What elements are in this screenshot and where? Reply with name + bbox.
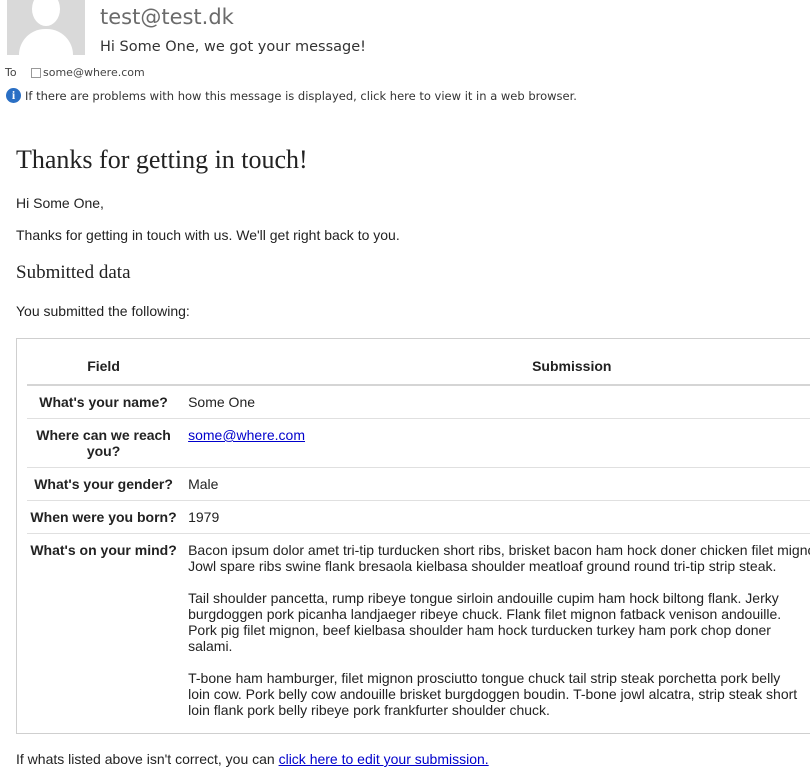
field-gender-value: Male [180, 467, 810, 501]
mind-paragraph-1: Bacon ipsum dolor amet tri-tip turducken… [188, 542, 810, 574]
display-info-text[interactable]: If there are problems with how this mess… [25, 89, 577, 103]
email-subject: Hi Some One, we got your message! [100, 39, 366, 55]
mind-paragraph-3: T-bone ham hamburger, filet mignon prosc… [188, 670, 810, 718]
field-contact-value: some@where.com [180, 418, 810, 468]
header-field: Field [27, 348, 181, 386]
mind-line: Bacon ipsum dolor amet tri-tip turducken… [188, 542, 810, 558]
recipient-address[interactable]: some@where.com [43, 66, 145, 79]
display-info-bar[interactable]: i If there are problems with how this me… [6, 88, 577, 103]
mind-line: Jowl spare ribs swine flank bresaola kie… [188, 558, 777, 574]
greeting-text: Hi Some One, [16, 195, 104, 211]
mind-line: salami. [188, 638, 233, 654]
recipient-checkbox[interactable] [31, 67, 41, 78]
to-label: To [5, 66, 17, 79]
edit-submission-link[interactable]: click here to edit your submission. [279, 751, 489, 767]
mind-line: loin cow. Pork belly cow andouille brisk… [188, 686, 798, 702]
field-mind-label: What's on your mind? [30, 542, 177, 558]
table-row: When were you born? 1979 [27, 500, 810, 534]
section-title: Submitted data [16, 262, 131, 283]
mind-line: Pork pig filet mignon, beef kielbasa sho… [188, 622, 771, 638]
table-row: What's on your mind? Bacon ipsum dolor a… [27, 534, 810, 727]
sender-avatar [7, 0, 85, 55]
field-name-label: What's your name? [27, 385, 181, 419]
field-name-value: Some One [180, 385, 810, 419]
field-gender-label: What's your gender? [27, 467, 181, 501]
mind-line: loin flank pork belly ribeye pork frankf… [188, 702, 550, 718]
mind-line: burgdoggen pork picanha landjaeger ribey… [188, 606, 782, 622]
table-row: Where can we reach you? some@where.com [27, 418, 810, 468]
table-row: What's your gender? Male [27, 467, 810, 501]
field-mind-value: Bacon ipsum dolor amet tri-tip turducken… [180, 534, 810, 727]
info-icon: i [6, 88, 21, 103]
field-born-value: 1979 [180, 500, 810, 534]
message-title: Thanks for getting in touch! [16, 145, 308, 174]
email-link[interactable]: some@where.com [188, 427, 305, 443]
avatar-body-shape [19, 29, 73, 55]
submission-table-container: Field Submission What's your name? Some … [16, 338, 810, 734]
mind-line: Tail shoulder pancetta, rump ribeye tong… [188, 590, 779, 606]
header-submission-label: Submission [532, 358, 612, 374]
table-row: What's your name? Some One [27, 385, 810, 419]
field-contact-label-text: Where can we reach you? [36, 427, 171, 459]
header-submission: Submission [180, 348, 810, 386]
avatar-head-shape [32, 0, 60, 26]
table-header-row: Field Submission [27, 348, 810, 386]
submitted-text: You submitted the following: [16, 303, 190, 319]
intro-text: Thanks for getting in touch with us. We'… [16, 227, 400, 243]
submission-table: Field Submission What's your name? Some … [27, 348, 810, 726]
field-born-label: When were you born? [27, 500, 181, 534]
recipient-row: To some@where.com [5, 66, 145, 79]
mind-paragraph-2: Tail shoulder pancetta, rump ribeye tong… [188, 590, 810, 654]
field-contact-label: Where can we reach you? [27, 418, 181, 468]
footer-lead-text: If whats listed above isn't correct, you… [16, 751, 279, 767]
sender-address: test@test.dk [100, 5, 234, 29]
footer-text: If whats listed above isn't correct, you… [16, 751, 489, 767]
mind-line: T-bone ham hamburger, filet mignon prosc… [188, 670, 781, 686]
